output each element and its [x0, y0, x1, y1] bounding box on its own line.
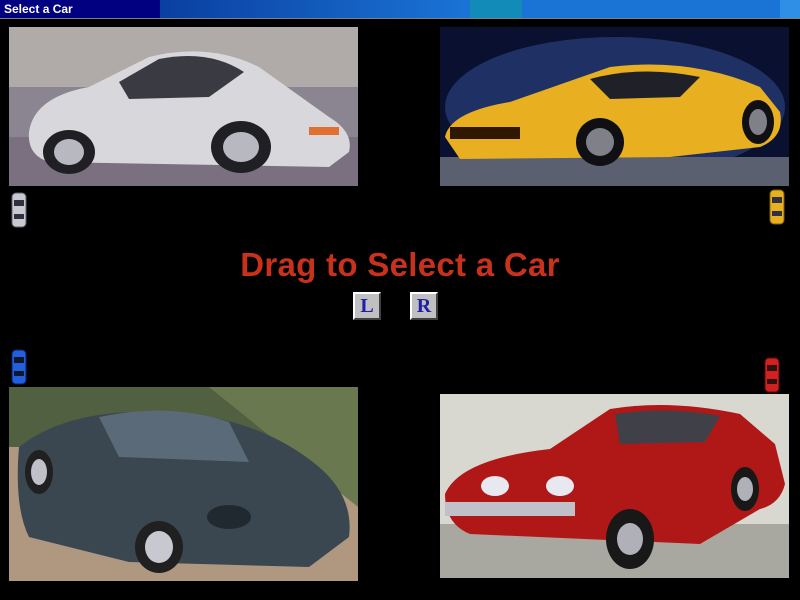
car-top-view-icon[interactable] [763, 357, 781, 393]
right-button[interactable]: R [410, 292, 438, 320]
car-top-view-icon[interactable] [10, 192, 28, 228]
car-top-view-icon[interactable] [10, 349, 28, 385]
car-photo-silver[interactable] [9, 27, 358, 186]
car-photo-grey[interactable] [9, 387, 358, 581]
left-button[interactable]: L [353, 292, 381, 320]
car-photo-yellow[interactable] [440, 27, 789, 186]
window-title: Select a Car [4, 2, 73, 16]
title-bar: Select a Car [0, 0, 800, 19]
car-photo-red[interactable] [440, 394, 789, 578]
page-heading: Drag to Select a Car [240, 246, 560, 283]
car-top-view-icon[interactable] [768, 189, 786, 225]
